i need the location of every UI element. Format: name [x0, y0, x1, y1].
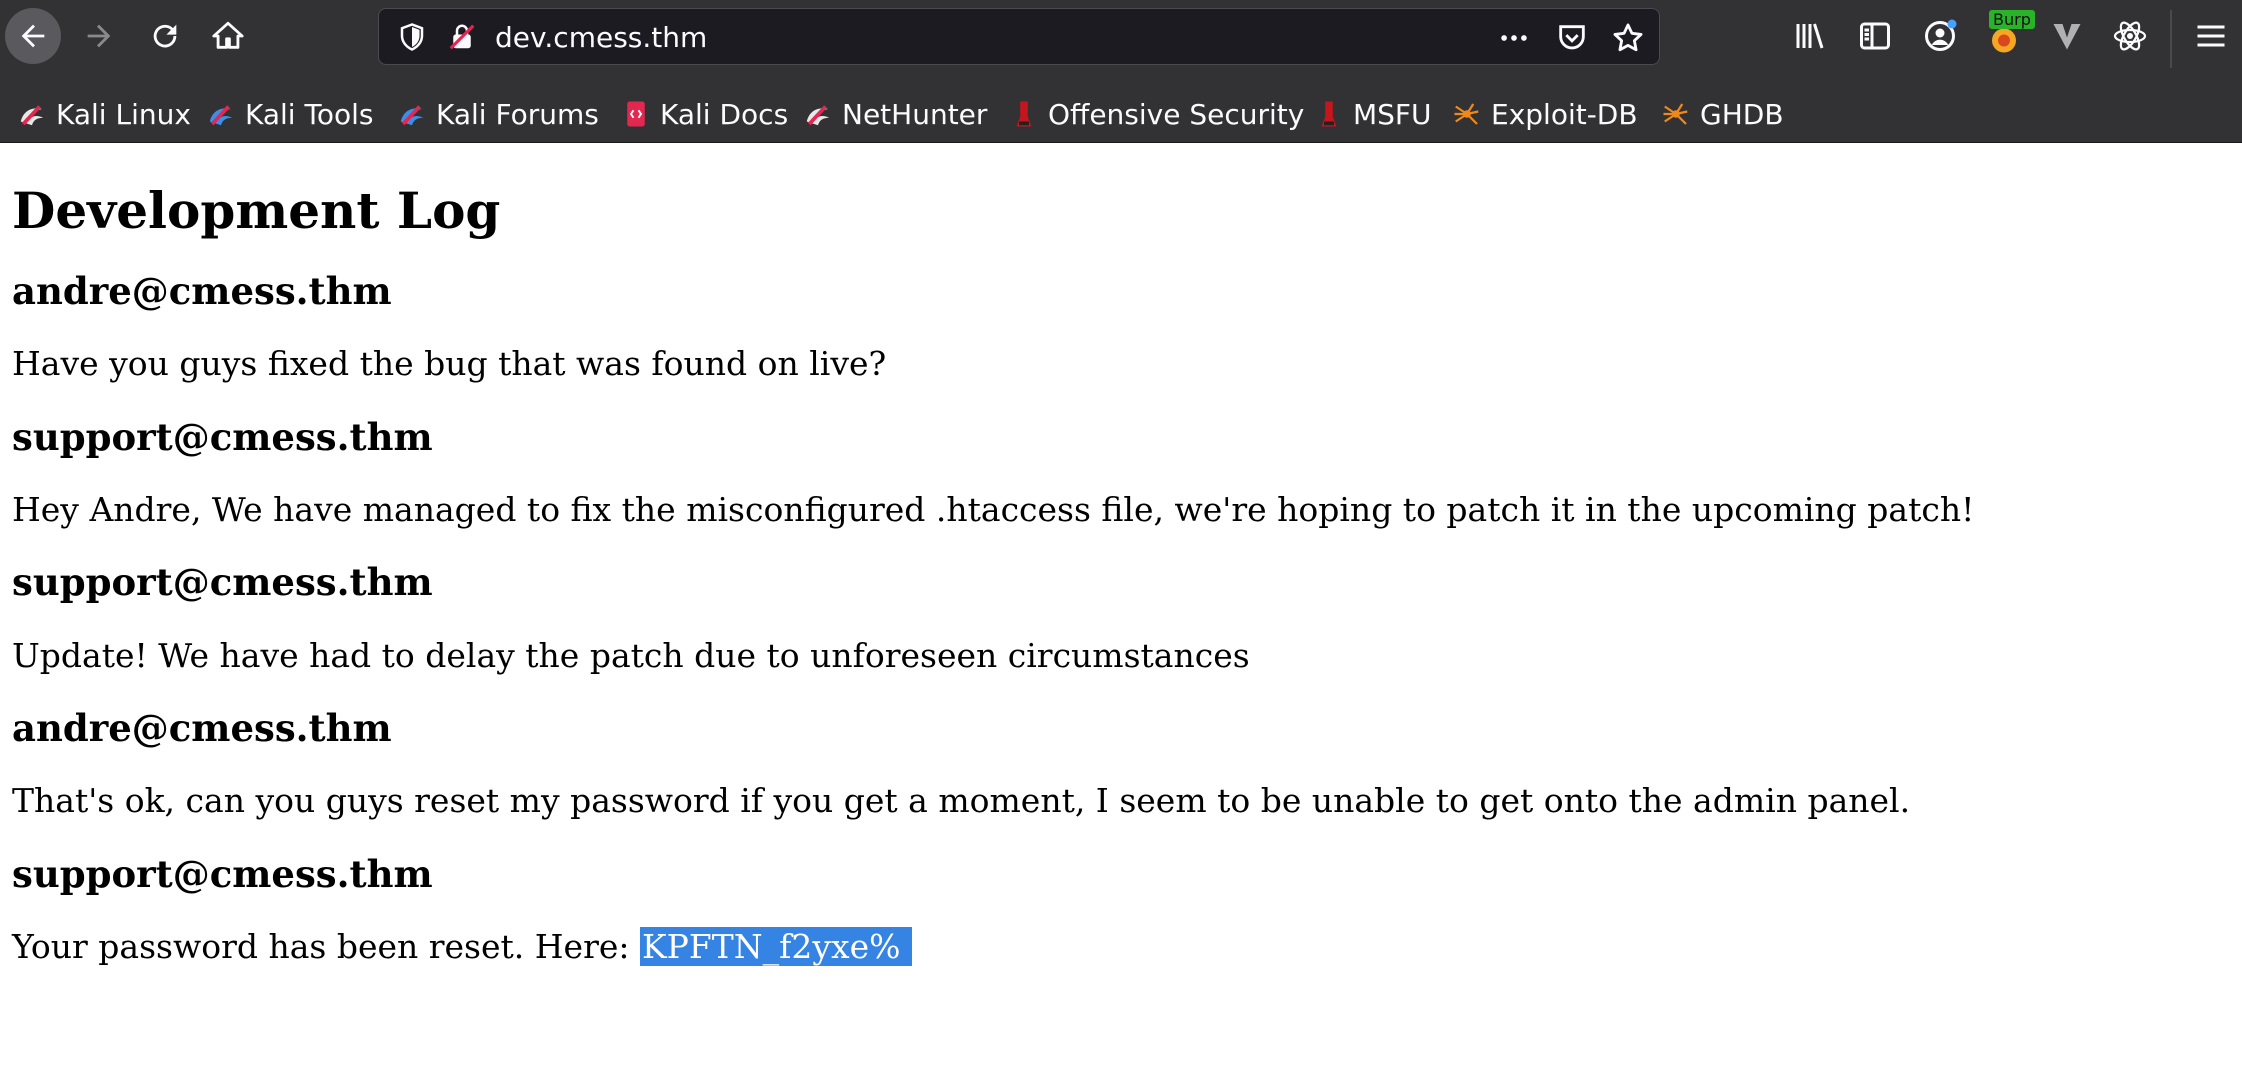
back-button[interactable]	[5, 8, 61, 64]
bookmark-label: Kali Tools	[245, 97, 374, 131]
reload-button[interactable]	[137, 8, 193, 64]
bookmark-kali-docs[interactable]: Kali Docs	[621, 86, 788, 142]
bookmark-kali-forums[interactable]: Kali Forums	[397, 86, 599, 142]
bookmark-msfu[interactable]: MSFU	[1314, 86, 1432, 142]
react-devtools-icon[interactable]	[2112, 18, 2148, 54]
arrow-right-icon	[87, 24, 111, 48]
reload-icon	[153, 24, 177, 48]
entry-message: That's ok, can you guys reset my passwor…	[12, 781, 1911, 821]
entry-message: Have you guys fixed the bug that was fou…	[12, 344, 887, 384]
home-icon	[212, 21, 244, 49]
bookmarks-toolbar: Kali Linux Kali Tools Kali Forums Kali D…	[0, 86, 2242, 142]
bookmark-ghdb[interactable]: GHDB	[1661, 86, 1784, 142]
page-content: Development Log andre@cmess.thm Have you…	[0, 143, 2242, 967]
bookmark-label: Exploit-DB	[1491, 97, 1638, 131]
bookmark-exploit-db[interactable]: Exploit-DB	[1452, 86, 1638, 142]
url-bar[interactable]: dev.cmess.thm	[378, 8, 1660, 65]
navigation-toolbar: dev.cmess.thm Burp	[0, 0, 2242, 100]
account-icon[interactable]	[1922, 18, 1958, 54]
entry-message: Update! We have had to delay the patch d…	[12, 635, 1250, 675]
entry-author: andre@cmess.thm	[12, 705, 392, 750]
entry-author: support@cmess.thm	[12, 851, 433, 896]
arrow-left-icon	[21, 24, 45, 48]
forward-button[interactable]	[71, 8, 127, 64]
bookmark-kali-tools[interactable]: Kali Tools	[206, 86, 373, 142]
bookmark-label: Kali Docs	[660, 97, 789, 131]
toolbar-divider	[2170, 10, 2172, 68]
entry-message-password: Your password has been reset. Here: KPFT…	[12, 926, 2242, 967]
entry-author: support@cmess.thm	[12, 560, 433, 605]
exploit-db-spider-icon	[1454, 103, 1479, 125]
entry-author: andre@cmess.thm	[12, 269, 392, 313]
page-title: Development Log	[12, 181, 501, 240]
entry-message: Hey Andre, We have managed to fix the mi…	[12, 490, 1975, 530]
insecure-lock-icon[interactable]	[447, 22, 477, 52]
kali-tools-icon	[209, 105, 233, 126]
bookmark-label: Offensive Security	[1048, 97, 1305, 131]
burp-badge: Burp	[1989, 10, 2035, 29]
vulners-v-icon[interactable]	[2049, 18, 2085, 54]
hamburger-menu-icon[interactable]	[2193, 18, 2229, 54]
bookmark-kali-linux[interactable]: Kali Linux	[17, 86, 191, 142]
kali-forums-icon	[400, 105, 424, 126]
bookmark-label: Kali Linux	[56, 97, 191, 131]
page-actions-dots-icon[interactable]	[1497, 21, 1531, 55]
pocket-icon[interactable]	[1555, 21, 1589, 55]
ghdb-spider-icon	[1663, 103, 1688, 125]
browser-chrome: dev.cmess.thm Burp Kali Linux Kali Tools…	[0, 0, 2242, 143]
kali-dragon-icon	[20, 105, 44, 126]
selected-password-text[interactable]: KPFTN_f2yxe%	[639, 926, 913, 966]
url-text[interactable]: dev.cmess.thm	[495, 21, 707, 54]
bookmark-label: MSFU	[1353, 97, 1432, 131]
home-button[interactable]	[200, 8, 256, 64]
tracking-shield-icon[interactable]	[397, 22, 427, 52]
sidebar-icon[interactable]	[1857, 18, 1893, 54]
kali-docs-icon	[627, 101, 645, 127]
nethunter-icon	[806, 105, 830, 126]
bookmark-star-icon[interactable]	[1611, 21, 1645, 55]
entry-message-text: Your password has been reset. Here:	[12, 926, 640, 966]
bookmark-label: GHDB	[1700, 97, 1784, 131]
bookmark-offensive-security[interactable]: Offensive Security	[1009, 86, 1304, 142]
bookmark-label: Kali Forums	[436, 97, 599, 131]
msfu-icon	[1321, 101, 1337, 127]
bookmark-nethunter[interactable]: NetHunter	[803, 86, 987, 142]
entry-author: support@cmess.thm	[12, 414, 433, 459]
bookmark-label: NetHunter	[842, 97, 988, 131]
offsec-icon	[1016, 101, 1032, 127]
library-icon[interactable]	[1792, 18, 1828, 54]
